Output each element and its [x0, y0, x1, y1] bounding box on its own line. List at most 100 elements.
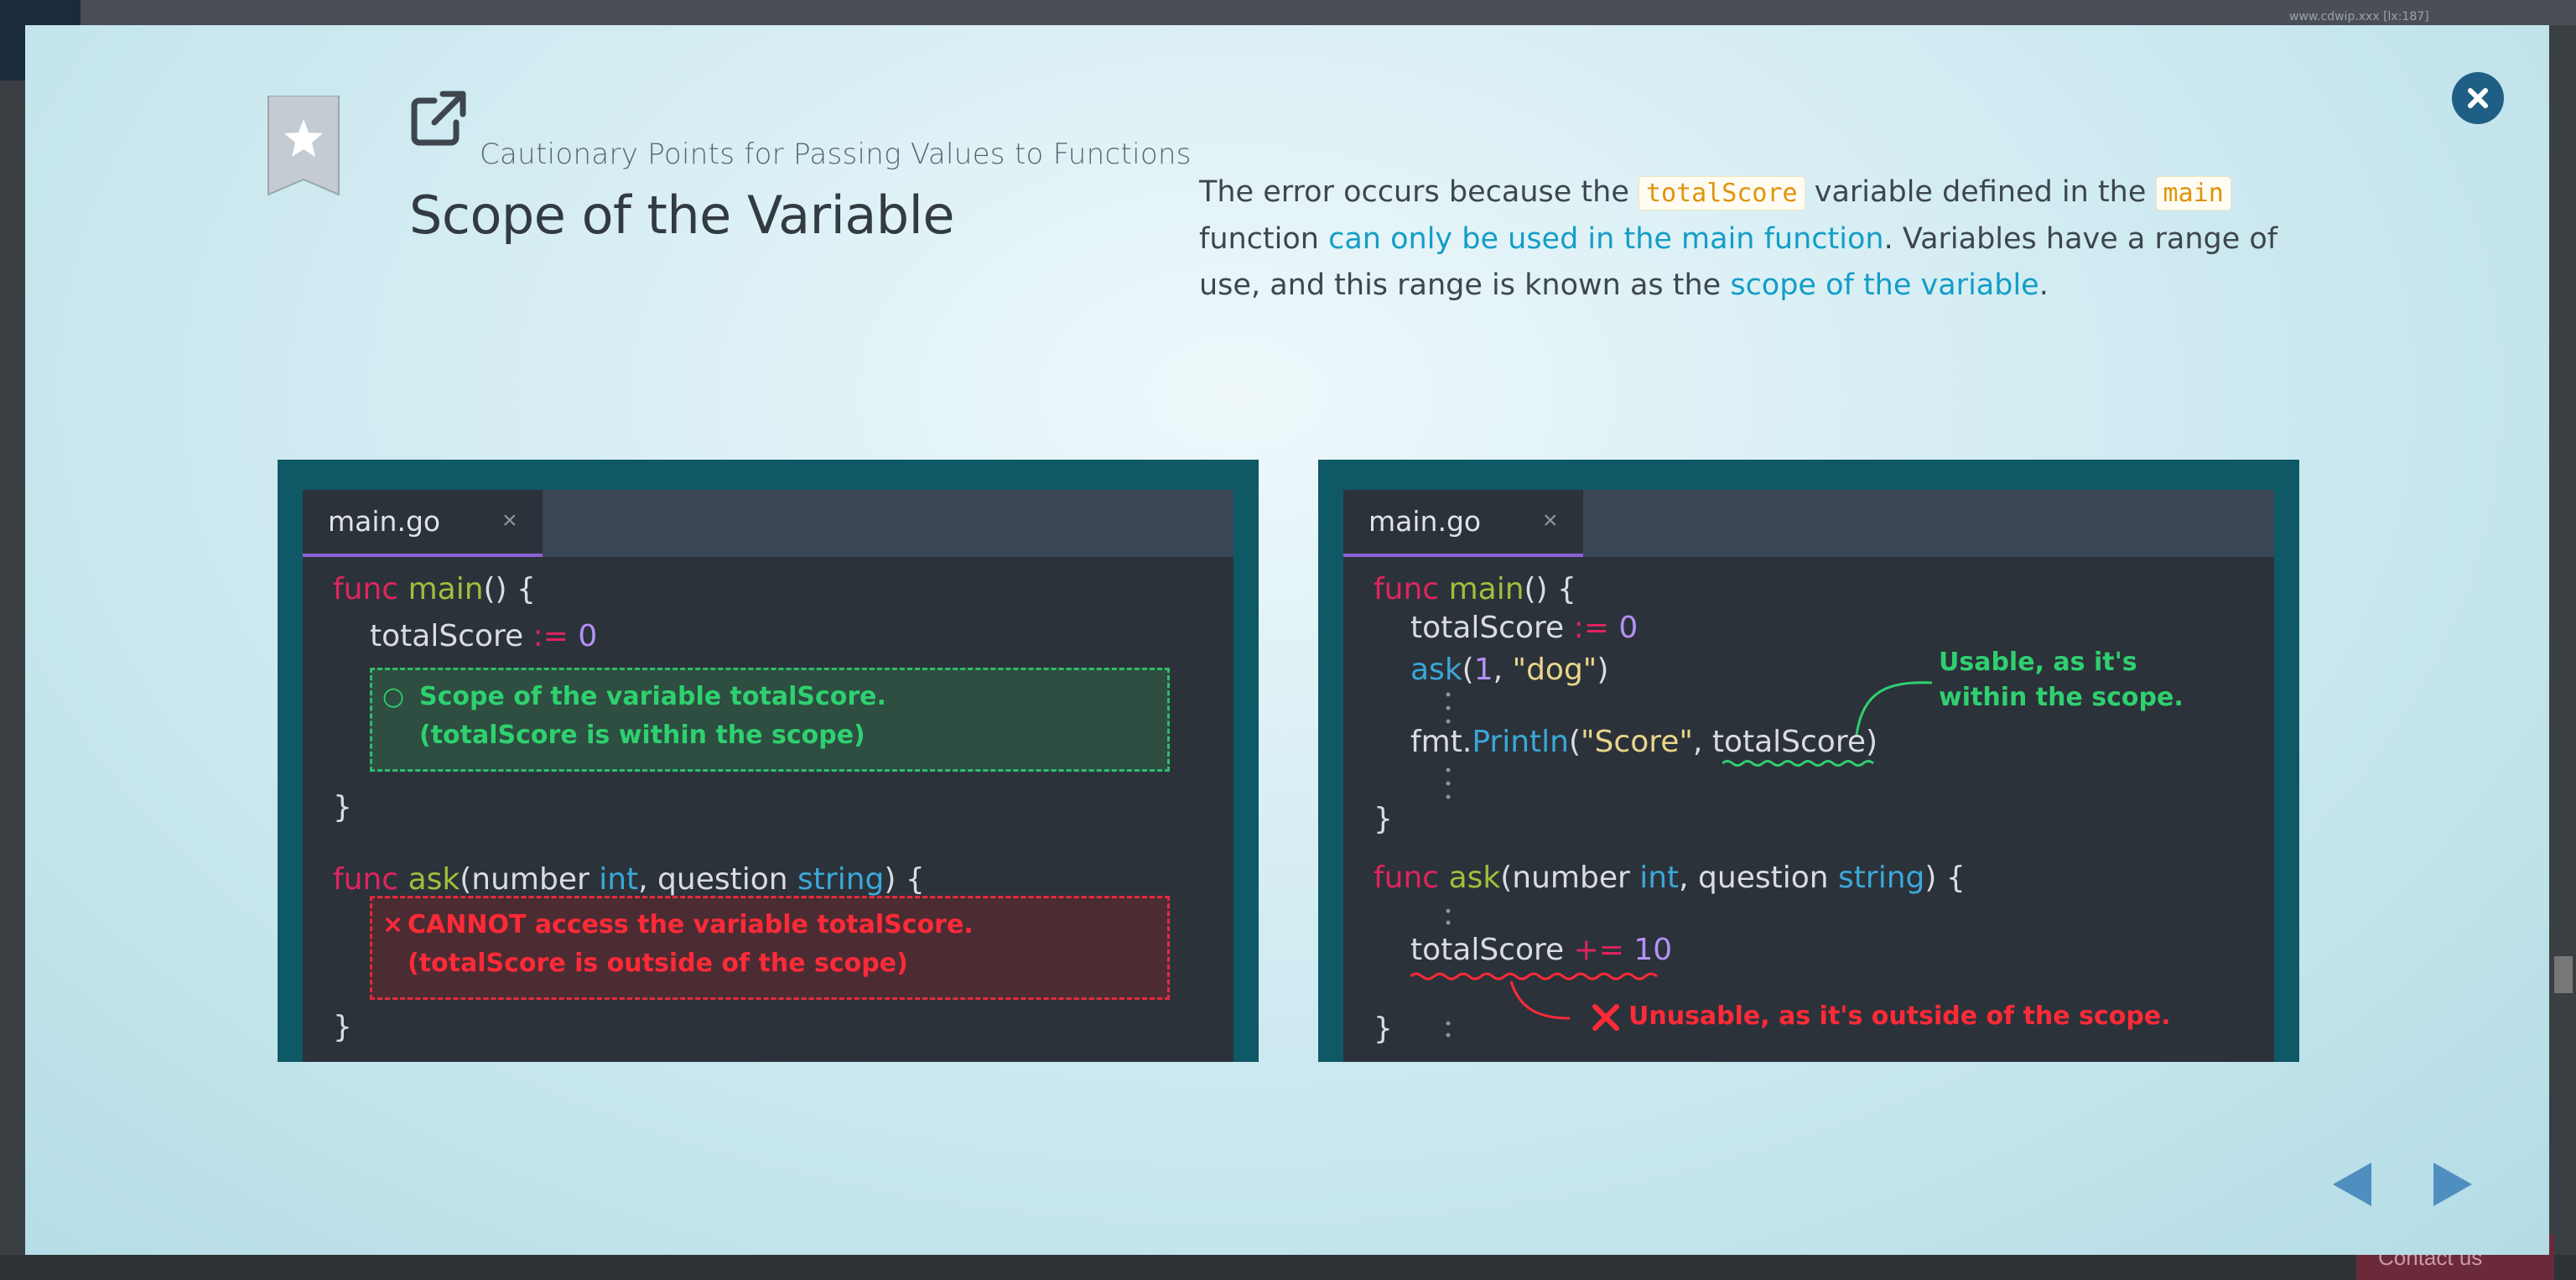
desc-text-3: function	[1199, 222, 1329, 256]
code-function-name: ask	[1448, 861, 1501, 895]
code-string: "dog"	[1512, 653, 1597, 687]
code-brace: }	[1374, 802, 1393, 836]
ellipsis-dots	[1446, 1021, 1451, 1038]
background-bottombar	[0, 1255, 2576, 1280]
bookmark-star-icon[interactable]	[267, 96, 340, 196]
lesson-modal: Cautionary Points for Passing Values to …	[25, 25, 2549, 1255]
code-operator: +=	[1573, 933, 1624, 967]
code-editor: main.go × func main() { totalScore := 0 …	[303, 490, 1233, 1062]
code-line: totalScore += 10	[1410, 933, 1672, 967]
code-line: func main() {	[1374, 572, 1576, 606]
code-variable: totalScore	[370, 619, 524, 653]
code-brace: }	[333, 1010, 352, 1044]
code-text: (number	[1500, 861, 1640, 895]
code-call: ask	[1410, 653, 1462, 687]
background-scrollbar-thumb[interactable]	[2554, 956, 2573, 993]
tab-main-go[interactable]: main.go ×	[303, 490, 543, 557]
tab-main-go[interactable]: main.go ×	[1343, 490, 1583, 557]
scope-ok-line-2: (totalScore is within the scope)	[419, 721, 865, 750]
code-type: string	[797, 862, 885, 897]
code-keyword: func	[333, 572, 399, 606]
code-line: ask(1, "dog")	[1410, 653, 1608, 687]
ellipsis-dots	[1446, 692, 1451, 724]
code-keyword: func	[1374, 572, 1440, 606]
code-function-name: ask	[408, 862, 460, 897]
code-number: 0	[1618, 611, 1639, 645]
code-text: (number	[460, 862, 600, 897]
code-text: , question	[1679, 861, 1839, 895]
scope-ok-line-1: Scope of the variable totalScore.	[419, 682, 886, 711]
code-text: ,	[1692, 725, 1712, 759]
ellipsis-dots	[1446, 767, 1451, 799]
code-keyword: func	[1374, 861, 1440, 895]
code-brace: }	[333, 790, 352, 825]
scope-error-box: × CANNOT access the variable totalScore.…	[370, 896, 1170, 1000]
code-text: () {	[1524, 572, 1576, 606]
code-text: ) {	[1924, 861, 1966, 895]
lesson-description: The error occurs because the totalScore …	[1199, 169, 2289, 309]
code-number: 0	[578, 619, 598, 653]
code-type: int	[599, 862, 639, 897]
code-text: (	[1462, 653, 1474, 687]
ellipsis-dots	[1446, 908, 1451, 925]
arrow-right-icon[interactable]	[2430, 1159, 2477, 1210]
usable-note-line-2: within the scope.	[1939, 683, 2184, 712]
tab-close-icon[interactable]: ×	[1543, 507, 1558, 535]
scope-error-line-2: (totalScore is outside of the scope)	[408, 949, 908, 978]
code-call: Println	[1472, 725, 1569, 759]
external-link-icon[interactable]	[409, 89, 468, 148]
code-line: func ask(number int, question string) {	[333, 862, 925, 897]
code-type: string	[1838, 861, 1925, 895]
code-text: )	[1597, 653, 1609, 687]
code-text: , question	[638, 862, 798, 897]
code-operator: :=	[532, 619, 569, 653]
close-button[interactable]	[2452, 72, 2504, 124]
background-topbar	[0, 0, 2576, 25]
code-keyword: func	[333, 862, 399, 897]
code-panel-right: main.go × func main() { totalScore := 0 …	[1318, 460, 2299, 1062]
code-tag-main: main	[2155, 176, 2231, 211]
editor-tabbar: main.go ×	[303, 490, 1233, 557]
code-line: totalScore := 0	[370, 619, 597, 653]
unusable-note: Unusable, as it's outside of the scope.	[1628, 1002, 2171, 1031]
code-function-name: main	[1448, 572, 1524, 606]
desc-highlight-1: can only be used in the main function	[1328, 222, 1884, 256]
close-icon	[2468, 88, 2488, 108]
code-line: func ask(number int, question string) {	[1374, 861, 1966, 895]
code-line: }	[333, 1010, 352, 1044]
code-tag-totalscore: totalScore	[1639, 176, 1805, 211]
lesson-subtitle: Cautionary Points for Passing Values to …	[480, 138, 1192, 171]
tab-label: main.go	[328, 505, 441, 538]
tab-label: main.go	[1368, 505, 1482, 538]
code-line: totalScore := 0	[1410, 611, 1638, 645]
desc-text-2: variable defined in the	[1805, 175, 2156, 209]
code-variable: totalScore	[1410, 933, 1565, 967]
arrow-left-icon[interactable]	[2328, 1159, 2375, 1210]
desc-text-1: The error occurs because the	[1199, 175, 1639, 209]
code-number: 1	[1473, 653, 1493, 687]
code-variable: totalScore	[1410, 611, 1565, 645]
code-text: ) {	[884, 862, 925, 897]
ok-circle-icon: ○	[382, 682, 405, 711]
code-text: fmt.	[1410, 725, 1472, 759]
scope-ok-box: ○ Scope of the variable totalScore. (tot…	[370, 668, 1170, 772]
code-panel-left: main.go × func main() { totalScore := 0 …	[278, 460, 1259, 1062]
code-line: }	[333, 790, 352, 825]
code-editor: main.go × func main() { totalScore := 0 …	[1343, 490, 2274, 1062]
code-text: ,	[1493, 653, 1513, 687]
code-line: func main() {	[333, 572, 536, 606]
error-x-icon	[1592, 1004, 1619, 1031]
editor-tabbar: main.go ×	[1343, 490, 2274, 557]
background-url: www.cdwip.xxx [lx:187]	[2289, 10, 2429, 23]
tab-close-icon[interactable]: ×	[502, 507, 517, 535]
desc-highlight-2: scope of the variable	[1730, 268, 2039, 302]
code-number: 10	[1633, 933, 1673, 967]
code-operator: :=	[1573, 611, 1609, 645]
desc-text-5: .	[2038, 268, 2049, 302]
code-function-name: main	[408, 572, 484, 606]
code-text: (	[1568, 725, 1581, 759]
code-text: () {	[483, 572, 536, 606]
code-brace: }	[1374, 1012, 1393, 1046]
error-x-icon: ×	[382, 910, 404, 939]
scope-error-line-1: CANNOT access the variable totalScore.	[408, 910, 974, 939]
